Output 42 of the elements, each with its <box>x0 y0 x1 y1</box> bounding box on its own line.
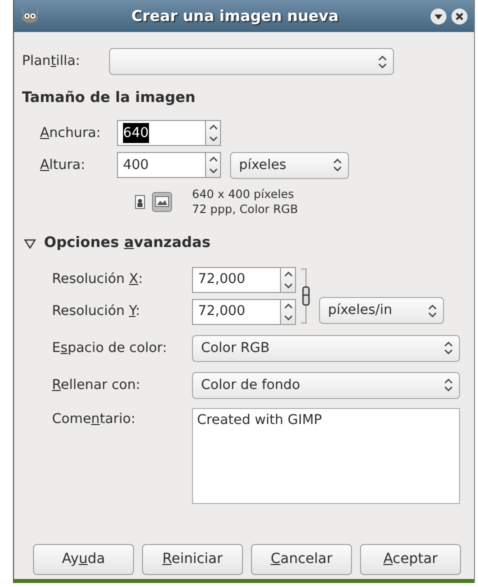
updown-icon <box>378 54 387 68</box>
info-text: 640 x 400 píxeles <box>192 186 295 202</box>
comment-field[interactable]: Created with GIMP <box>192 408 460 504</box>
landscape-button[interactable] <box>152 192 172 212</box>
spin-button[interactable] <box>206 152 221 178</box>
section-heading: Tamaño de la imagen <box>22 89 196 108</box>
unit-dropdown[interactable]: píxeles/in <box>319 297 444 324</box>
spin-button[interactable] <box>281 298 296 324</box>
updown-icon <box>444 341 453 355</box>
spin-button[interactable] <box>281 266 296 292</box>
color-space-dropdown[interactable]: Color RGB <box>192 334 460 362</box>
expander-icon[interactable] <box>24 238 36 249</box>
template-label: Plantilla: <box>22 52 82 72</box>
fill-dropdown[interactable]: Color de fondo <box>192 372 460 398</box>
dialog-button[interactable]: Cancelar <box>251 544 352 575</box>
field-label: Resolución Y: <box>52 302 141 322</box>
dialog-button[interactable]: Ayuda <box>33 544 134 575</box>
field-label: Resolución X: <box>52 270 144 290</box>
spin-button[interactable] <box>206 120 221 146</box>
updown-icon <box>428 304 437 318</box>
portrait-icon <box>135 194 145 209</box>
minimize-button[interactable] <box>430 8 447 24</box>
updown-icon <box>333 158 342 172</box>
info-text: 72 ppp, Color RGB <box>192 202 298 217</box>
number-field[interactable]: 72,000 <box>192 266 281 292</box>
number-field[interactable]: 72,000 <box>192 298 281 324</box>
unit-dropdown[interactable]: píxeles <box>230 152 349 179</box>
field-label: Comentario: <box>52 410 136 428</box>
dialog-button[interactable]: Aceptar <box>360 544 461 575</box>
field-label: Espacio de color: <box>52 338 168 358</box>
dialog-button[interactable]: Reiniciar <box>142 544 243 575</box>
updown-icon <box>444 378 453 392</box>
close-button[interactable] <box>451 8 468 24</box>
field-label: Anchura: <box>40 124 102 143</box>
app-icon <box>20 8 40 24</box>
window-title: Crear una imagen nueva <box>130 6 340 27</box>
landscape-icon <box>155 196 169 208</box>
section-heading: Opciones avanzadas <box>44 234 210 253</box>
field-label: Rellenar con: <box>52 376 142 395</box>
field-label: Altura: <box>40 156 86 176</box>
number-field[interactable]: 640 <box>117 120 206 146</box>
number-field[interactable]: 400 <box>117 152 206 178</box>
